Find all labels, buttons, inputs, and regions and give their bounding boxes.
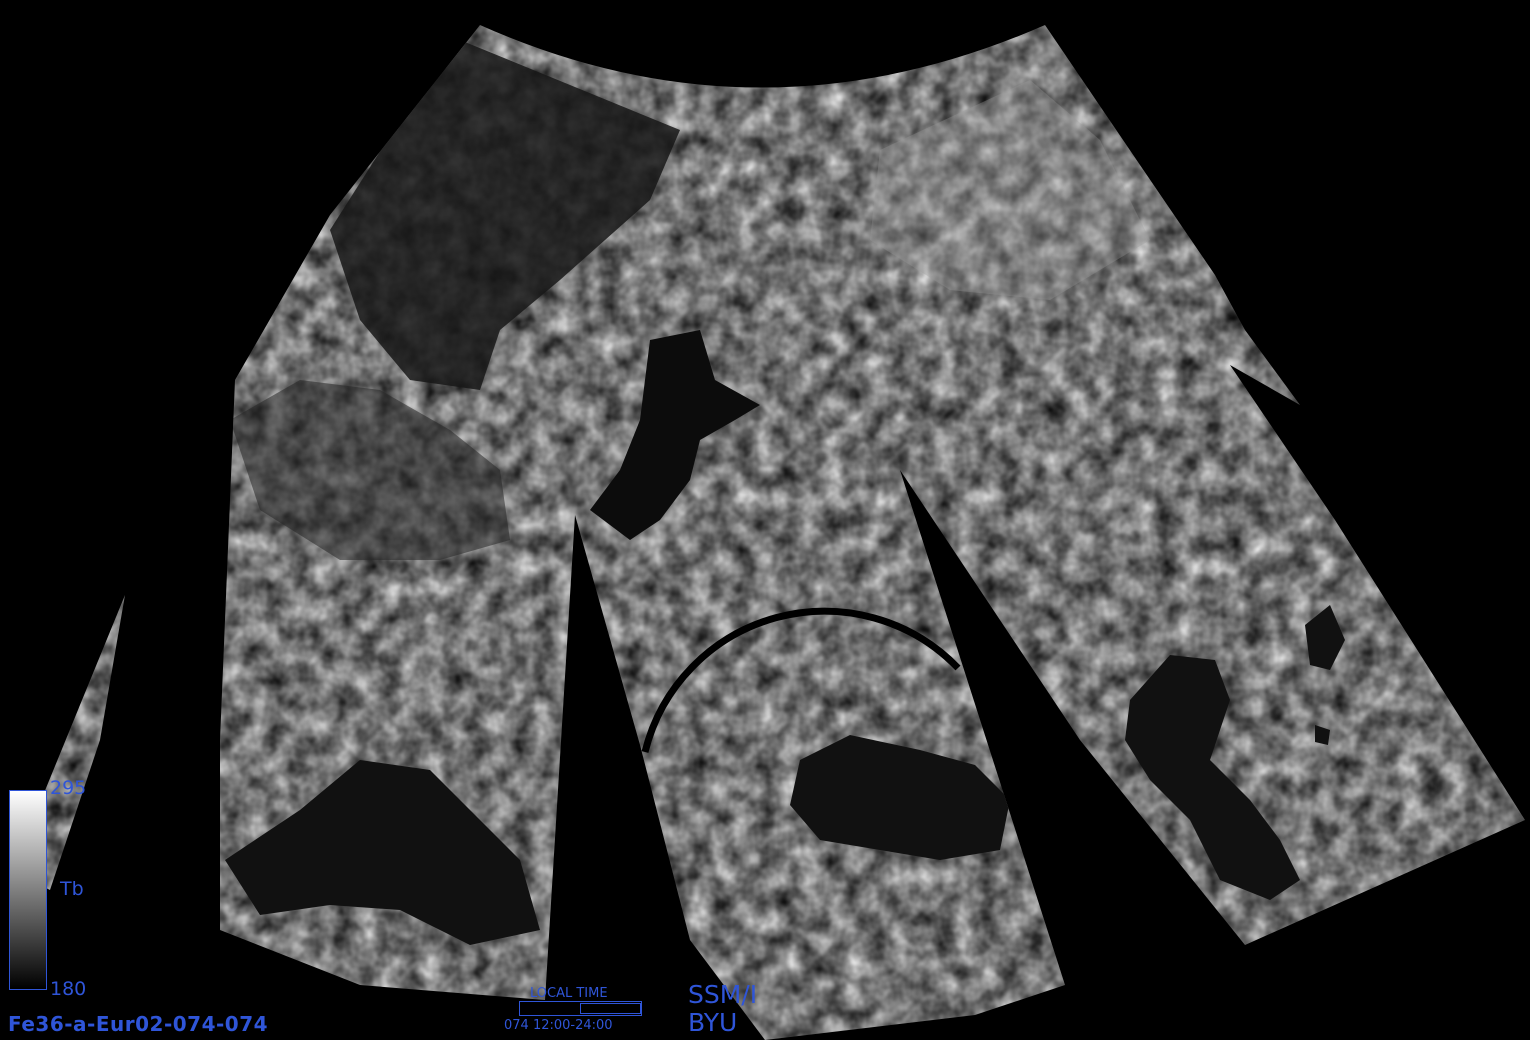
product-id: Fe36-a-Eur02-074-074 — [8, 1012, 269, 1036]
local-time-bar — [519, 1001, 642, 1016]
land-texture — [30, 25, 1525, 1040]
colorbar — [9, 790, 47, 990]
local-time-label: LOCAL TIME — [530, 986, 608, 1001]
organization-name: BYU — [688, 1008, 738, 1037]
local-time-indicator — [580, 1003, 641, 1014]
colorbar-unit-label: Tb — [60, 878, 84, 900]
colorbar-max-label: 295 — [50, 777, 87, 799]
local-time-range: 074 12:00-24:00 — [504, 1018, 613, 1033]
colorbar-min-label: 180 — [50, 978, 87, 1000]
satellite-brightness-map — [30, 25, 1525, 1040]
swath-group — [30, 25, 1525, 1040]
sensor-name: SSM/I — [688, 980, 758, 1009]
